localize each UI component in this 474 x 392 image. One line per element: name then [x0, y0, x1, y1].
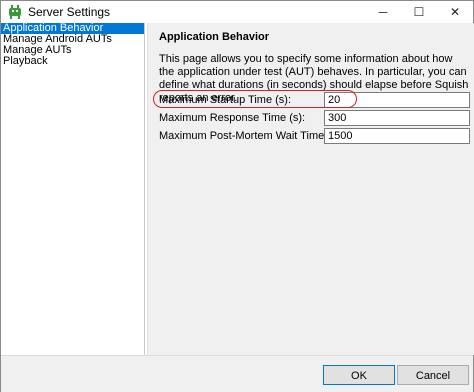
- close-icon[interactable]: ✕: [437, 1, 473, 23]
- settings-panel: Application Behavior This page allows yo…: [147, 23, 474, 355]
- window-title: Server Settings: [28, 5, 111, 19]
- minimize-icon[interactable]: ─: [365, 1, 401, 23]
- dialog-footer: OK Cancel: [1, 355, 473, 392]
- startup-time-highlight: [153, 90, 357, 108]
- sidebar-item-playback[interactable]: Playback: [1, 56, 144, 67]
- max-post-mortem-wait-input[interactable]: [324, 128, 470, 144]
- title-bar[interactable]: Server Settings ─ ☐ ✕: [1, 1, 473, 23]
- ok-button[interactable]: OK: [323, 365, 395, 385]
- squish-app-icon: [9, 5, 21, 19]
- max-response-time-input[interactable]: [324, 110, 470, 126]
- cancel-button[interactable]: Cancel: [397, 365, 469, 385]
- panel-title: Application Behavior: [159, 31, 270, 43]
- panel-header: Application Behavior: [148, 23, 474, 47]
- maximize-icon[interactable]: ☐: [401, 1, 437, 23]
- max-response-time-label: Maximum Response Time (s):: [159, 112, 306, 124]
- settings-sidebar: Application Behavior Manage Android AUTs…: [1, 23, 145, 355]
- server-settings-window: Server Settings ─ ☐ ✕ Application Behavi…: [0, 0, 474, 392]
